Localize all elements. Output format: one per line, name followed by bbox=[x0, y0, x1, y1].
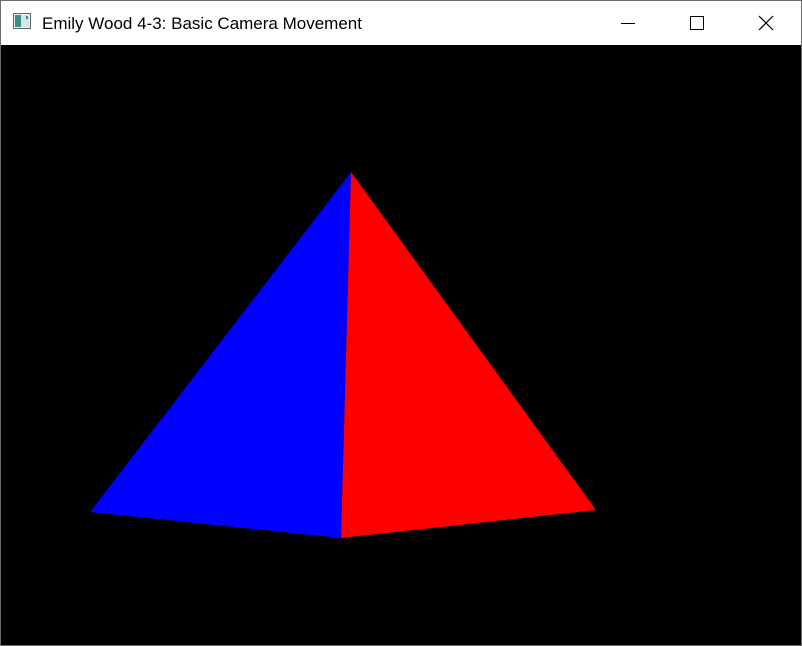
close-icon bbox=[758, 15, 774, 31]
maximize-button[interactable] bbox=[674, 1, 720, 45]
title-bar[interactable]: Emily Wood 4-3: Basic Camera Movement bbox=[1, 1, 801, 45]
scene-canvas bbox=[90, 172, 596, 538]
window-title: Emily Wood 4-3: Basic Camera Movement bbox=[42, 14, 362, 33]
maximize-icon bbox=[690, 16, 704, 30]
close-button[interactable] bbox=[743, 1, 789, 45]
render-viewport[interactable] bbox=[1, 45, 801, 645]
app-window: Emily Wood 4-3: Basic Camera Movement bbox=[0, 0, 802, 646]
pyramid-left-face bbox=[90, 172, 351, 538]
minimize-button[interactable] bbox=[605, 1, 651, 45]
minimize-icon bbox=[621, 23, 635, 24]
pyramid-right-face bbox=[341, 172, 596, 538]
app-window-icon bbox=[13, 13, 31, 29]
